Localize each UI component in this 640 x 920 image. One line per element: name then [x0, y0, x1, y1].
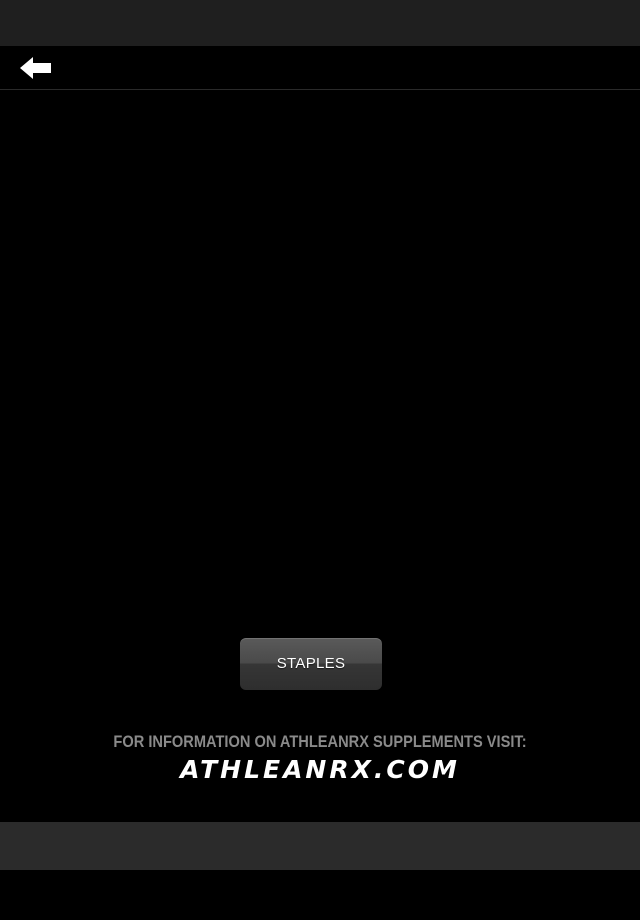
back-button[interactable] — [14, 46, 62, 89]
staples-button-label: STAPLES — [276, 654, 346, 672]
main-content: STAPLES FOR INFORMATION ON ATHLEANRX SUP… — [0, 90, 640, 822]
supplements-info-text: FOR INFORMATION ON ATHLEANRX SUPPLEMENTS… — [113, 732, 527, 751]
bottom-bar — [0, 822, 640, 870]
staples-button[interactable]: STAPLES — [240, 638, 382, 690]
athleanrx-website-link[interactable]: ATHLEANRX.COM — [0, 755, 640, 784]
status-bar — [0, 0, 640, 46]
navigation-bar — [0, 46, 640, 90]
back-arrow-icon — [20, 56, 52, 80]
